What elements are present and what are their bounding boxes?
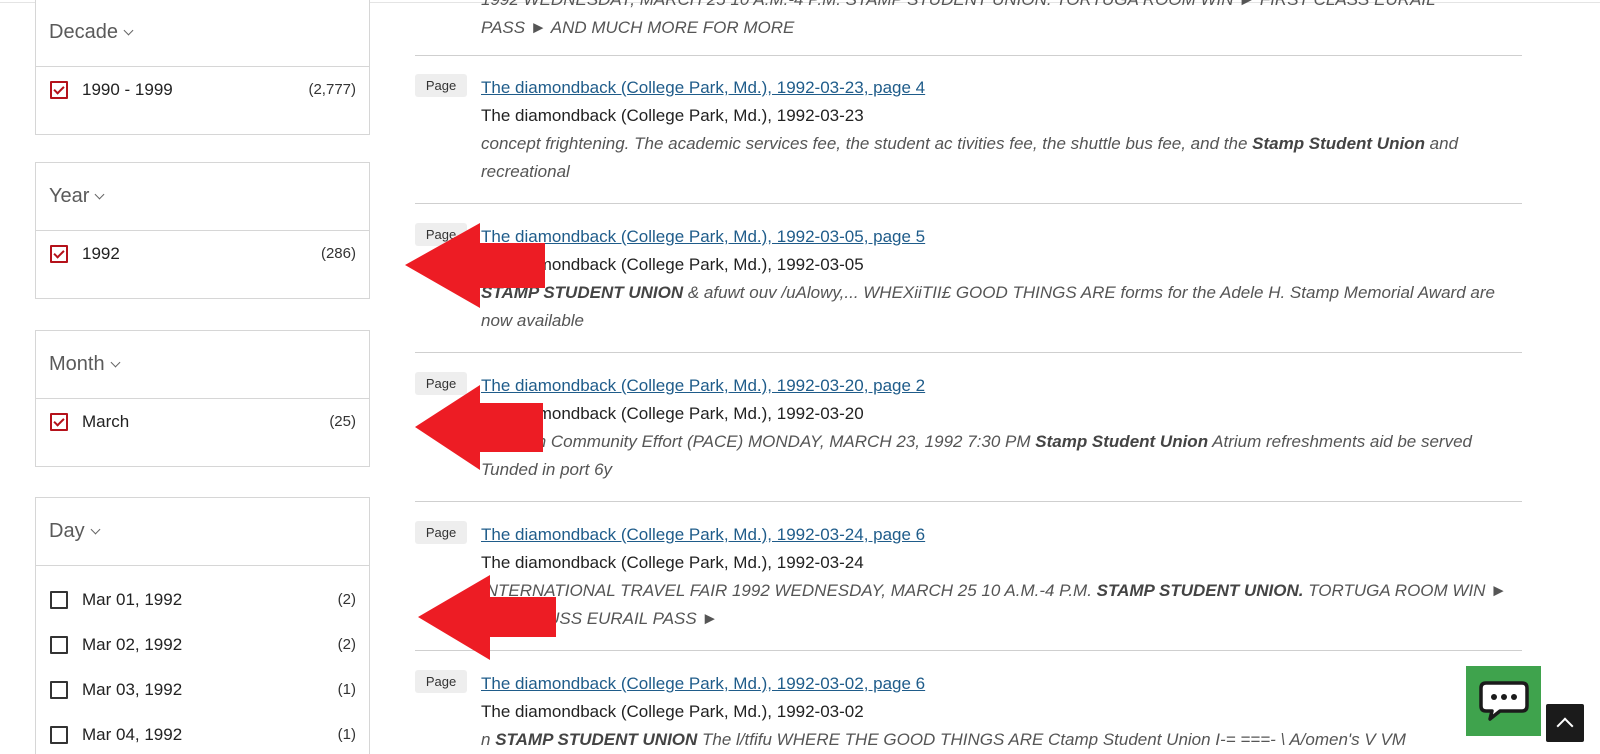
facet-option-label: Mar 04, 1992 xyxy=(82,724,183,744)
checkbox[interactable] xyxy=(50,635,68,654)
result-source: The diamondback (College Park, Md.), 199… xyxy=(481,404,864,423)
result-title-link[interactable]: The diamondback (College Park, Md.), 199… xyxy=(481,670,1521,698)
facet-option-count: (2,777) xyxy=(308,81,356,98)
result-item: Page The diamondback (College Park, Md.)… xyxy=(415,372,1522,502)
facet-option[interactable]: 1990 - 1999 (2,777) xyxy=(36,67,369,112)
red-arrow-left-icon xyxy=(418,575,556,660)
red-arrow-left-icon xyxy=(405,223,545,308)
result-snippet-line: PASS ► AND MUCH MORE FOR MORE xyxy=(481,18,795,37)
facet-month: Month March (25) xyxy=(35,330,370,467)
snippet-text: n xyxy=(481,730,496,749)
facet-decade-header[interactable]: Decade xyxy=(36,0,369,67)
chevron-down-icon xyxy=(110,357,121,367)
facet-day-header[interactable]: Day xyxy=(36,498,369,566)
result-source: The diamondback (College Park, Md.), 199… xyxy=(481,255,864,274)
facet-option[interactable]: Mar 03, 1992 (1) xyxy=(36,667,369,712)
snippet-text: INTERNATIONAL TRAVEL FAIR 1992 WEDNESDAY… xyxy=(481,581,1097,600)
chat-bubble-icon xyxy=(1478,681,1529,721)
snippet-highlight: Stamp Student Union xyxy=(1252,134,1425,153)
result-item: 1992 WEDNESDAY, MARCH 25 10 A.M.-4 P.M. … xyxy=(415,0,1522,56)
result-source: The diamondback (College Park, Md.), 199… xyxy=(481,106,864,125)
facet-year: Year 1992 (286) xyxy=(35,162,370,299)
facet-option-label: Mar 03, 1992 xyxy=(82,679,183,699)
result-snippet: Nstive in Community Effort (PACE) MONDAY… xyxy=(481,428,1521,484)
checkbox[interactable] xyxy=(50,680,68,699)
facet-option-label: March xyxy=(82,411,130,431)
result-snippet: STAMP STUDENT UNION & afuwt ouv /uAlowy,… xyxy=(481,279,1521,335)
result-title-link[interactable]: The diamondback (College Park, Md.), 199… xyxy=(481,74,1521,102)
result-snippet: n STAMP STUDENT UNION The l/tfifu WHERE … xyxy=(481,726,1521,754)
facet-decade: Decade 1990 - 1999 (2,777) xyxy=(35,0,370,135)
scroll-to-top-button[interactable] xyxy=(1546,704,1584,742)
result-source: The diamondback (College Park, Md.), 199… xyxy=(481,702,864,721)
facet-option[interactable]: Mar 01, 1992 (2) xyxy=(36,577,369,622)
facet-day: Day Mar 01, 1992 (2) Mar 02, 1992 (2) Ma… xyxy=(35,497,370,754)
facet-option[interactable]: Mar 04, 1992 (1) xyxy=(36,712,369,754)
snippet-highlight: STAMP STUDENT UNION xyxy=(495,730,698,749)
result-snippet: INTERNATIONAL TRAVEL FAIR 1992 WEDNESDAY… xyxy=(481,577,1521,633)
result-item: Page The diamondback (College Park, Md.)… xyxy=(415,521,1522,651)
facet-option-label: Mar 02, 1992 xyxy=(82,634,183,654)
facet-option-count: (286) xyxy=(320,245,356,262)
facet-month-header[interactable]: Month xyxy=(36,331,369,399)
facet-option-label: 1992 xyxy=(82,243,120,263)
result-snippet: concept frightening. The academic servic… xyxy=(481,130,1521,186)
facet-option[interactable]: March (25) xyxy=(36,399,369,444)
facet-option-count: (2) xyxy=(337,636,356,653)
result-title-link[interactable]: The diamondback (College Park, Md.), 199… xyxy=(481,372,1521,400)
page-badge: Page xyxy=(415,74,467,97)
result-item: Page The diamondback (College Park, Md.)… xyxy=(415,223,1522,353)
chevron-down-icon xyxy=(90,524,101,534)
facet-option-count: (25) xyxy=(329,413,356,430)
result-title-link[interactable]: The diamondback (College Park, Md.), 199… xyxy=(481,223,1521,251)
snippet-highlight: STAMP STUDENT UNION. xyxy=(1096,581,1304,600)
facet-title: Month xyxy=(49,353,105,375)
facet-option-count: (1) xyxy=(337,726,356,743)
facet-title: Day xyxy=(49,520,85,542)
chevron-down-icon xyxy=(123,25,134,35)
facet-year-header[interactable]: Year xyxy=(36,163,369,231)
facet-title: Decade xyxy=(49,21,118,43)
result-snippet-line: 1992 WEDNESDAY, MARCH 25 10 A.M.-4 P.M. … xyxy=(481,0,1521,14)
chat-button[interactable] xyxy=(1466,666,1541,736)
page-badge: Page xyxy=(415,670,467,693)
checkbox[interactable] xyxy=(50,80,68,99)
checkbox[interactable] xyxy=(50,590,68,609)
checkbox[interactable] xyxy=(50,725,68,744)
checkbox[interactable] xyxy=(50,244,68,263)
result-item: Page The diamondback (College Park, Md.)… xyxy=(415,670,1522,754)
chevron-down-icon xyxy=(94,189,105,199)
result-source: The diamondback (College Park, Md.), 199… xyxy=(481,553,864,572)
checkbox[interactable] xyxy=(50,412,68,431)
facet-option-count: (1) xyxy=(337,681,356,698)
page-badge: Page xyxy=(415,521,467,544)
facet-option-count: (2) xyxy=(337,591,356,608)
facet-option[interactable]: Mar 02, 1992 (2) xyxy=(36,622,369,667)
snippet-highlight: Stamp Student Union xyxy=(1035,432,1209,451)
facet-option[interactable]: 1992 (286) xyxy=(36,231,369,276)
snippet-text: concept frightening. The academic servic… xyxy=(481,134,1253,153)
red-arrow-left-icon xyxy=(415,385,543,470)
facet-title: Year xyxy=(49,185,90,207)
chevron-up-icon xyxy=(1556,717,1574,735)
snippet-text: The l/tfifu WHERE THE GOOD THINGS ARE Ct… xyxy=(697,730,1406,749)
snippet-text: Nstive in Community Effort (PACE) MONDAY… xyxy=(481,432,1036,451)
result-item: Page The diamondback (College Park, Md.)… xyxy=(415,74,1522,204)
facet-option-label: Mar 01, 1992 xyxy=(82,589,183,609)
result-title-link[interactable]: The diamondback (College Park, Md.), 199… xyxy=(481,521,1521,549)
facet-option-label: 1990 - 1999 xyxy=(82,79,173,99)
